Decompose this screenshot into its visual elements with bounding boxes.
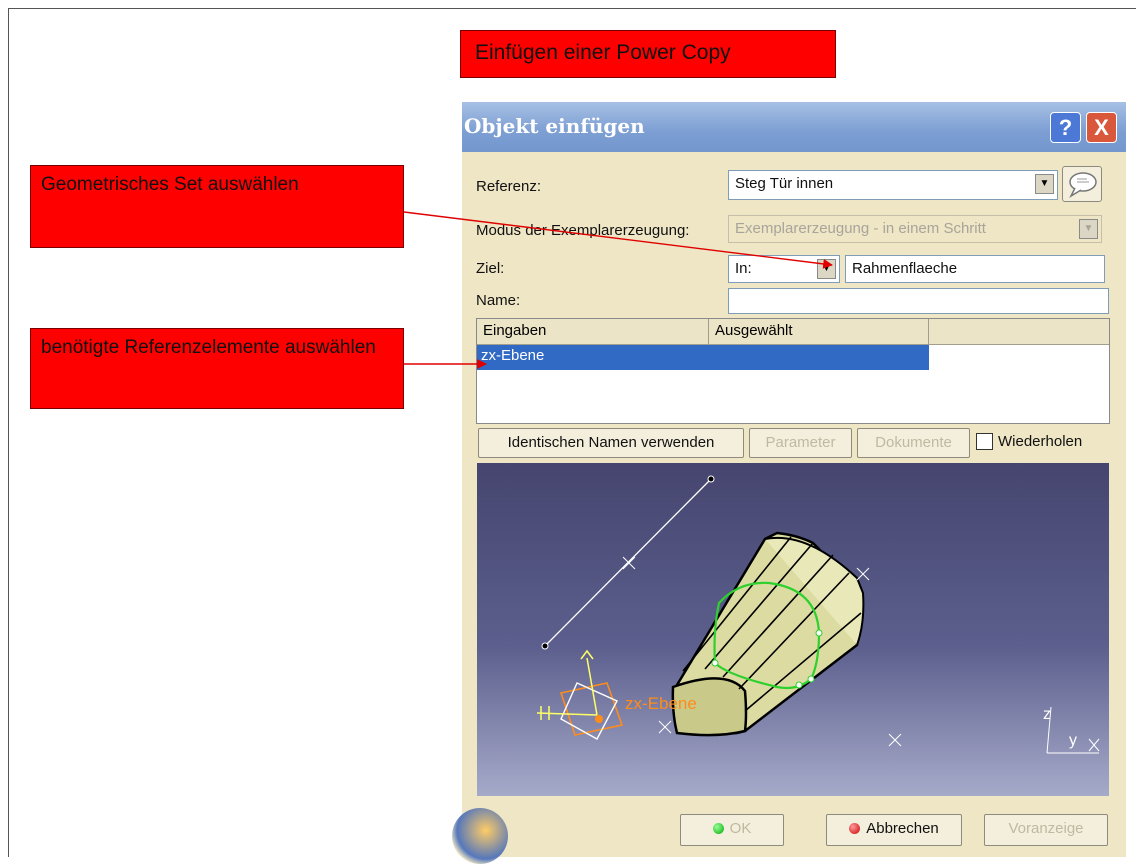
annotation-arrows — [403, 211, 833, 369]
geometric-set-arrow — [403, 211, 833, 269]
